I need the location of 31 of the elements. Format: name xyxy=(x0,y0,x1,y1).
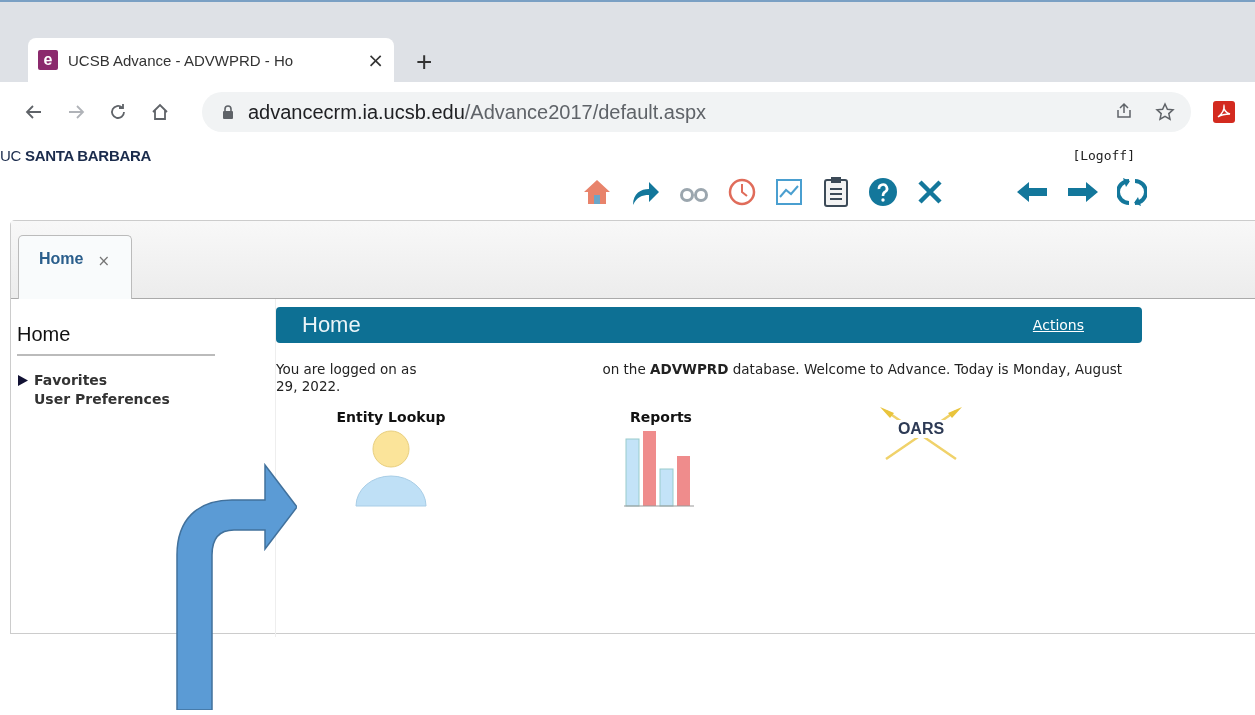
welcome-message: You are logged on as on the ADVWPRD database. Welcome to Advance. Today is Monday, August 29, 2022. xyxy=(276,361,1124,395)
expand-icon[interactable] xyxy=(17,374,28,386)
share-icon[interactable] xyxy=(1115,102,1133,120)
sidebar-item[interactable]: Favorites xyxy=(34,372,108,388)
actions-link[interactable]: Actions xyxy=(1032,317,1084,333)
tile-label[interactable]: Reports xyxy=(630,409,692,425)
oars-logo[interactable]: OARS xyxy=(876,403,966,463)
site-favicon: e xyxy=(38,50,58,70)
logoff-link[interactable]: [Logoff] xyxy=(1072,147,1135,163)
clipboard-icon[interactable] xyxy=(821,176,851,208)
home-icon[interactable] xyxy=(150,102,170,122)
logo: UC SANTA BARBARA xyxy=(0,146,152,164)
address-bar[interactable]: advancecrm.ia.ucsb.edu/Advance2017/default.aspx xyxy=(202,92,1191,132)
browser-tab[interactable]: e UCSB Advance - ADVWPRD - Ho × xyxy=(28,38,394,82)
line-chart-icon[interactable] xyxy=(774,177,804,207)
new-tab-button[interactable]: + xyxy=(416,42,433,82)
home-icon[interactable] xyxy=(582,177,612,207)
refresh-icon[interactable] xyxy=(1117,176,1147,208)
lock-icon xyxy=(222,105,234,119)
home-tab[interactable]: Home × xyxy=(18,235,132,299)
reload-icon[interactable] xyxy=(108,102,128,122)
tab-close-button[interactable]: × xyxy=(367,48,384,72)
tab-title: UCSB Advance - ADVWPRD - Ho xyxy=(68,51,295,69)
sidebar-title: Home xyxy=(17,323,215,356)
pdf-extension-icon[interactable] xyxy=(1213,101,1235,123)
panel-title: Home xyxy=(302,312,361,338)
clock-icon[interactable] xyxy=(727,177,757,207)
help-icon[interactable] xyxy=(868,177,898,207)
tile-label[interactable]: Entity Lookup xyxy=(336,409,446,425)
sidebar-item[interactable]: User Preferences xyxy=(34,391,170,407)
star-icon[interactable] xyxy=(1155,102,1175,122)
